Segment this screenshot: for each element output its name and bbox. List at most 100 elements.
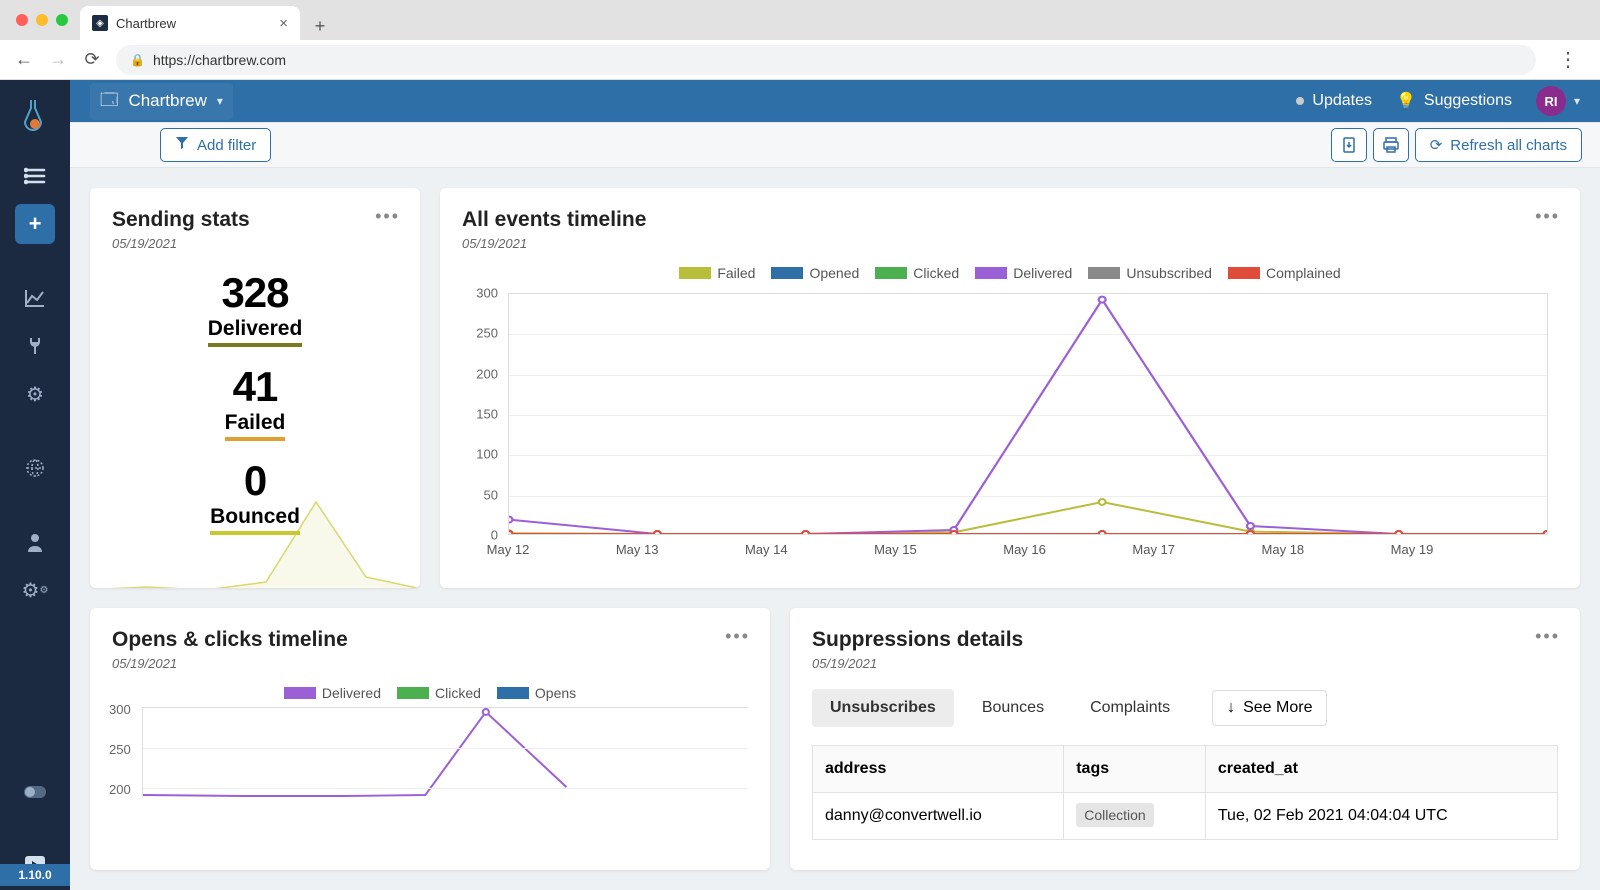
gear-icon[interactable]: ⚙ (15, 374, 55, 414)
gears-icon[interactable]: ⚙⚙ (15, 570, 55, 610)
back-icon[interactable]: ← (14, 49, 34, 70)
legend-item[interactable]: Opened (771, 265, 859, 281)
tab-unsubscribes[interactable]: Unsubscribes (812, 689, 954, 727)
toggle-icon[interactable] (15, 772, 55, 812)
url-text: https://chartbrew.com (153, 52, 286, 68)
export-button[interactable] (1331, 128, 1367, 162)
kpi-failed: 41 Failed (112, 363, 398, 441)
add-filter-label: Add filter (197, 137, 256, 154)
sparkline (143, 708, 748, 797)
card-suppressions: ••• Suppressions details 05/19/2021 Unsu… (790, 608, 1580, 870)
main-area: 🗔 Chartbrew ▾ Updates 💡 Suggestions RI ▾ (70, 80, 1600, 890)
url-field[interactable]: 🔒 https://chartbrew.com (116, 45, 1536, 75)
card-menu-icon[interactable]: ••• (375, 206, 400, 227)
reload-icon[interactable]: ⟳ (82, 49, 102, 70)
new-tab-button[interactable]: + (306, 12, 334, 40)
print-button[interactable] (1373, 128, 1409, 162)
add-icon[interactable]: + (15, 204, 55, 244)
plug-icon[interactable] (15, 326, 55, 366)
chevron-down-icon: ▾ (217, 94, 223, 108)
card-all-events: ••• All events timeline 05/19/2021 Faile… (440, 188, 1580, 588)
card-date: 05/19/2021 (112, 656, 748, 671)
chevron-down-icon: ▾ (1574, 94, 1580, 108)
tab-bounces[interactable]: Bounces (964, 689, 1062, 727)
card-menu-icon[interactable]: ••• (725, 626, 750, 647)
card-menu-icon[interactable]: ••• (1535, 206, 1560, 227)
project-name: Chartbrew (128, 91, 206, 111)
close-tab-icon[interactable]: × (279, 15, 288, 32)
chart-plot: 050100150200250300May 12May 13May 14May … (462, 287, 1558, 557)
sidebar: + ⚙ ⚙⚙ 1.10.0 (0, 80, 70, 890)
traffic-lights (16, 14, 68, 26)
menu-icon[interactable] (15, 156, 55, 196)
col-address: address (813, 746, 1064, 793)
suppression-tabs: Unsubscribes Bounces Complaints ↓ See Mo… (812, 689, 1558, 727)
forward-icon[interactable]: → (48, 49, 68, 70)
x-tick: May 16 (1003, 542, 1046, 557)
topbar: 🗔 Chartbrew ▾ Updates 💡 Suggestions RI ▾ (70, 80, 1600, 122)
x-tick: May 18 (1262, 542, 1305, 557)
logo-icon[interactable] (16, 96, 54, 134)
url-bar: ← → ⟳ 🔒 https://chartbrew.com ⋮ (0, 40, 1600, 80)
lock-icon: 🔒 (130, 53, 145, 67)
browser-tab[interactable]: ◈ Chartbrew × (80, 6, 300, 40)
card-menu-icon[interactable]: ••• (1535, 626, 1560, 647)
window-icon: 🗔 (100, 87, 118, 116)
tab-title: Chartbrew (116, 16, 176, 31)
suppressions-table: address tags created_at danny@convertwel… (812, 745, 1558, 840)
x-tick: May 15 (874, 542, 917, 557)
col-tags: tags (1064, 746, 1206, 793)
refresh-all-button[interactable]: ⟳ Refresh all charts (1415, 128, 1582, 162)
globe-icon[interactable] (15, 448, 55, 488)
maximize-window-icon[interactable] (56, 14, 68, 26)
legend-item[interactable]: Failed (679, 265, 755, 281)
y-tick: 100 (476, 447, 498, 462)
chart-icon[interactable] (15, 278, 55, 318)
chart-legend: Failed Opened Clicked Delivered Unsubscribed… (462, 265, 1558, 281)
card-title: Sending stats (112, 208, 398, 232)
x-tick: May 19 (1391, 542, 1434, 557)
project-selector[interactable]: 🗔 Chartbrew ▾ (90, 83, 233, 120)
updates-label: Updates (1312, 92, 1372, 110)
refresh-label: Refresh all charts (1450, 137, 1567, 154)
x-tick: May 12 (487, 542, 530, 557)
legend-item[interactable]: Unsubscribed (1088, 265, 1212, 281)
toolbar: Add filter ⟳ Refresh all charts (70, 122, 1600, 168)
y-tick: 0 (491, 528, 498, 543)
card-date: 05/19/2021 (812, 656, 1558, 671)
y-tick: 300 (476, 286, 498, 301)
tab-complaints[interactable]: Complaints (1072, 689, 1188, 727)
legend-item[interactable]: Clicked (875, 265, 959, 281)
col-created: created_at (1205, 746, 1557, 793)
app: + ⚙ ⚙⚙ 1.10.0 🗔 Chartbrew (0, 80, 1600, 890)
close-window-icon[interactable] (16, 14, 28, 26)
updates-button[interactable]: Updates (1296, 92, 1372, 110)
card-date: 05/19/2021 (462, 236, 1558, 251)
suggestions-button[interactable]: 💡 Suggestions (1396, 91, 1512, 111)
sparkline (90, 482, 420, 588)
user-icon[interactable] (15, 522, 55, 562)
y-tick: 250 (476, 326, 498, 341)
chart-legend: Delivered Clicked Opens (112, 685, 748, 701)
dot-icon (1296, 97, 1304, 105)
user-menu[interactable]: RI ▾ (1536, 86, 1580, 116)
card-opens-clicks: ••• Opens & clicks timeline 05/19/2021 D… (90, 608, 770, 870)
filter-icon (175, 136, 189, 154)
tab-strip: ◈ Chartbrew × + (0, 0, 1600, 40)
x-tick: May 13 (616, 542, 659, 557)
y-tick: 50 (484, 487, 498, 502)
y-tick: 200 (476, 366, 498, 381)
card-title: Opens & clicks timeline (112, 628, 748, 652)
add-filter-button[interactable]: Add filter (160, 128, 271, 162)
legend-item[interactable]: Delivered (975, 265, 1072, 281)
see-more-button[interactable]: ↓ See More (1212, 690, 1327, 726)
legend-item[interactable]: Complained (1228, 265, 1341, 281)
version-badge: 1.10.0 (0, 864, 70, 886)
table-row[interactable]: danny@convertwell.io Collection Tue, 02 … (813, 793, 1558, 840)
bulb-icon: 💡 (1396, 91, 1416, 111)
dashboard-canvas: ••• Sending stats 05/19/2021 328 Deliver… (70, 168, 1600, 890)
card-date: 05/19/2021 (112, 236, 398, 251)
x-tick: May 14 (745, 542, 788, 557)
card-title: Suppressions details (812, 628, 1558, 652)
minimize-window-icon[interactable] (36, 14, 48, 26)
